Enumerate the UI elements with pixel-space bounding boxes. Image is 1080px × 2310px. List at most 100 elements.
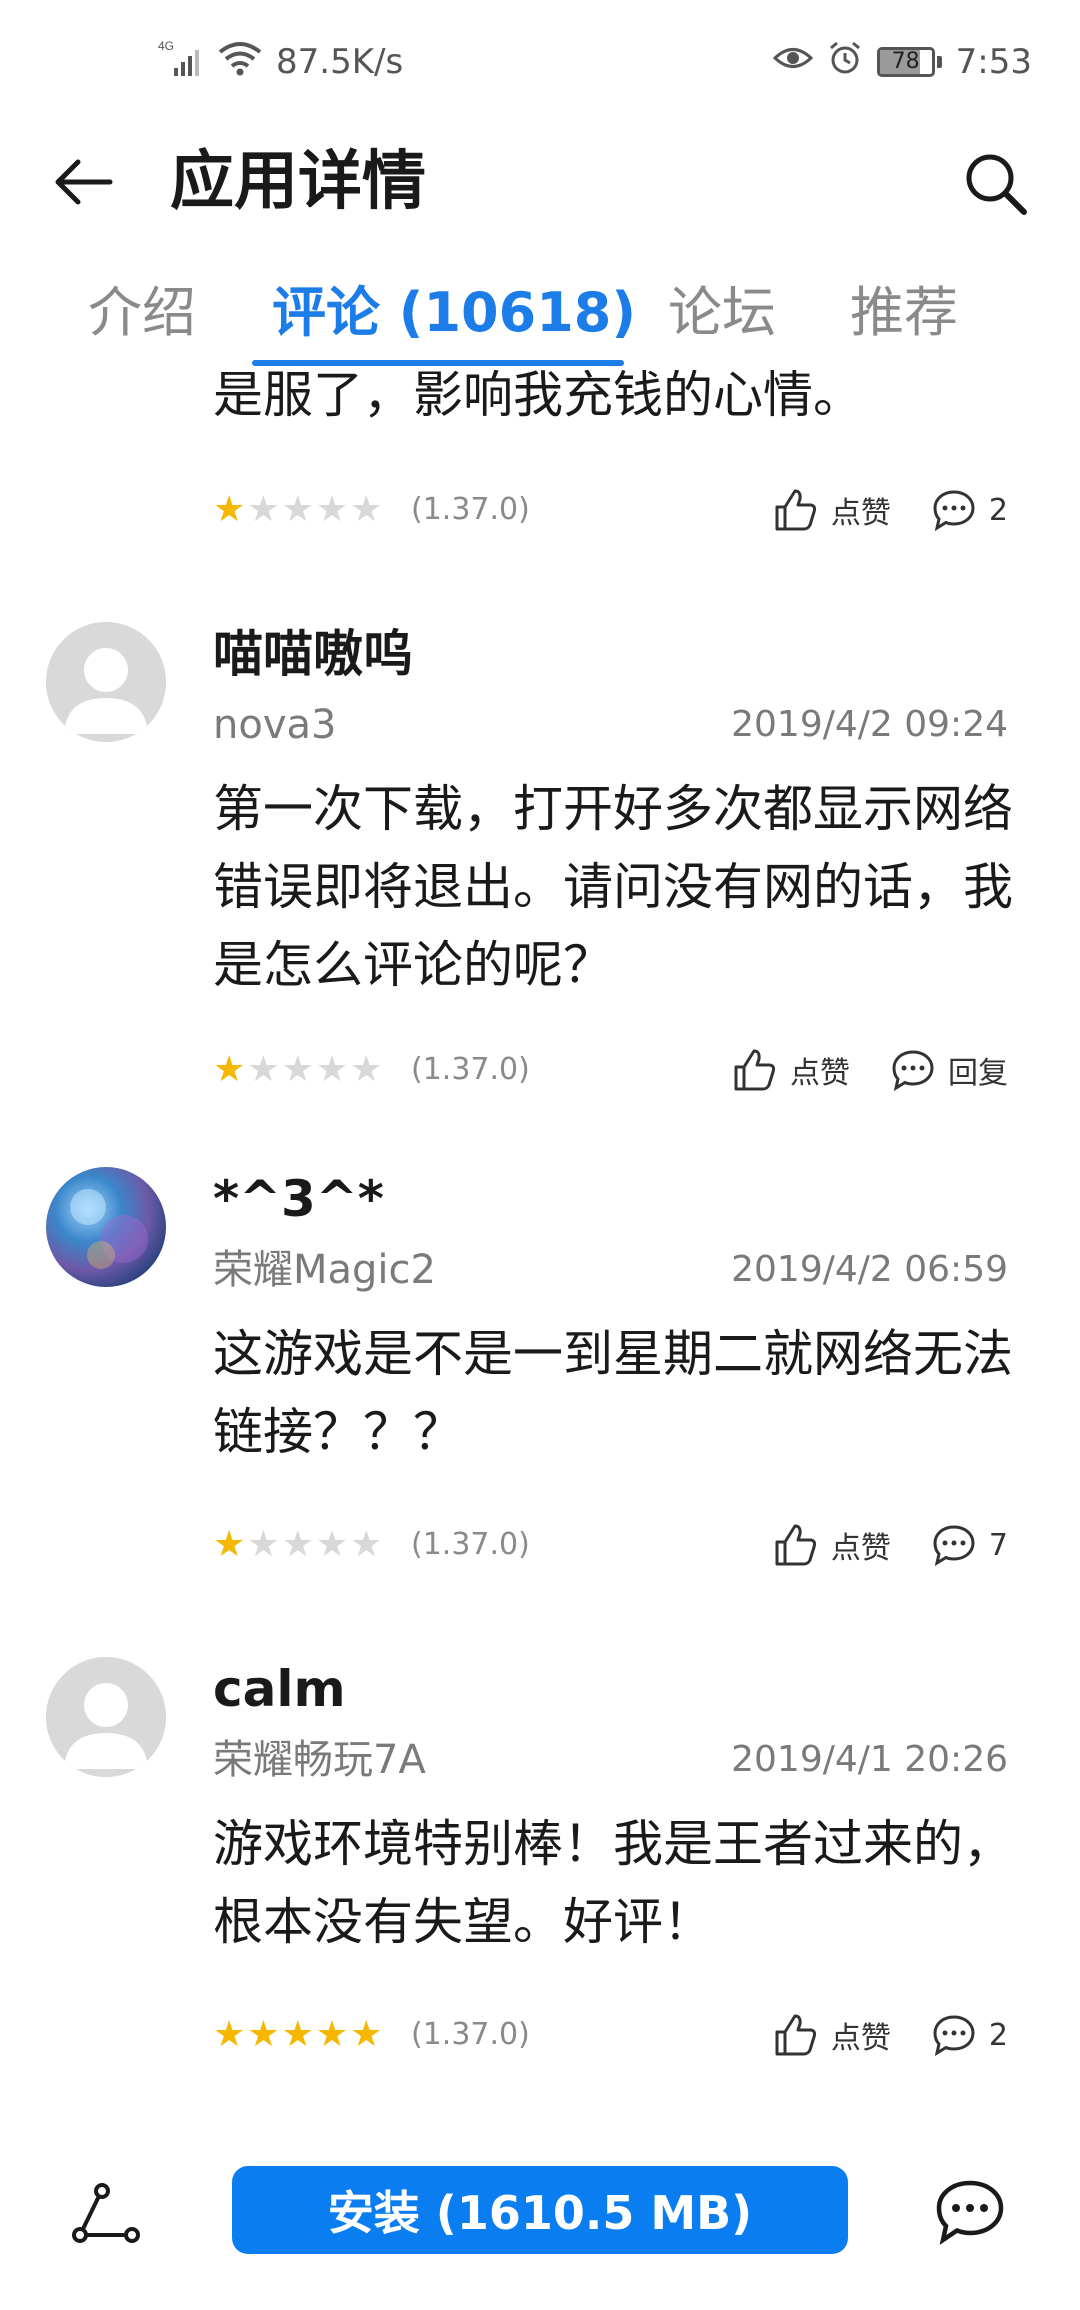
tab-forum[interactable]: 论坛 — [668, 278, 776, 348]
page-title: 应用详情 — [170, 145, 426, 219]
star-rating: ★ ★ ★ ★ ★ — [213, 485, 382, 535]
tab-bar: 介绍 评论 (10618) 论坛 推荐 — [0, 260, 1080, 370]
star-empty-icon: ★ — [315, 1049, 349, 1090]
review-actions: 点赞 7 — [773, 1514, 1008, 1576]
review-meta: ★ ★ ★ ★ ★ (1.37.0) 点赞 7 — [213, 1520, 1008, 1570]
app-version: (1.37.0) — [411, 2017, 530, 2052]
comment-button[interactable]: 2 — [931, 487, 1008, 533]
like-label: 点赞 — [790, 1056, 850, 1091]
tab-intro[interactable]: 介绍 — [88, 278, 196, 348]
review-meta: ★ ★ ★ ★ ★ (1.37.0) 点赞 回复 — [213, 1045, 1008, 1095]
reply-button[interactable]: 回复 — [890, 1047, 1008, 1093]
bottom-action-bar: 安装 (1610.5 MB) — [0, 2120, 1080, 2310]
tab-recommend[interactable]: 推荐 — [850, 278, 958, 348]
review-list[interactable]: 是服了，影响我充钱的心情。 ★ ★ ★ ★ ★ (1.37.0) 点赞 2 喵喵… — [0, 370, 1080, 2120]
avatar[interactable] — [46, 1167, 166, 1287]
star-filled-icon: ★ — [213, 489, 246, 530]
review-date: 2019/4/2 06:59 — [731, 1249, 1008, 1290]
review-item: 喵喵嗷呜 nova3 2019/4/2 09:24 第一次下载，打开好多次都显示… — [0, 570, 1080, 1125]
review-meta: ★ ★ ★ ★ ★ (1.37.0) 点赞 2 — [213, 485, 1008, 535]
username[interactable]: *^3^* — [213, 1167, 384, 1231]
share-button[interactable] — [62, 2168, 152, 2258]
network-speed: 87.5K/s — [276, 42, 404, 82]
star-rating: ★ ★ ★ ★ ★ — [213, 1045, 382, 1095]
review-text: 是服了，影响我充钱的心情。 — [213, 370, 863, 424]
review-actions: 点赞 2 — [773, 2004, 1008, 2066]
review-date: 2019/4/1 20:26 — [731, 1739, 1008, 1780]
comment-icon — [933, 1525, 975, 1567]
signal-icon: 4G — [158, 38, 204, 87]
review-item: *^3^* 荣耀Magic2 2019/4/2 06:59 这游戏是不是一到星期… — [0, 1125, 1080, 1615]
comment-icon — [933, 2015, 975, 2057]
comment-button[interactable]: 2 — [931, 2012, 1008, 2058]
avatar[interactable] — [46, 622, 166, 742]
comment-icon — [933, 490, 975, 532]
chat-button[interactable] — [920, 2162, 1020, 2262]
tab-indicator — [252, 360, 624, 366]
default-avatar-icon — [46, 1657, 166, 1777]
star-empty-icon: ★ — [350, 1524, 383, 1565]
like-button[interactable]: 点赞 — [773, 487, 891, 533]
review-text: 这游戏是不是一到星期二就网络无法链接？？？ — [213, 1325, 1013, 1461]
star-empty-icon: ★ — [247, 1049, 280, 1090]
star-empty-icon: ★ — [350, 1049, 383, 1090]
like-button[interactable]: 点赞 — [773, 1522, 891, 1568]
share-icon — [72, 2183, 140, 2243]
status-right: 78 7:53 — [772, 40, 1032, 84]
photo-avatar-icon — [70, 1189, 148, 1269]
device-model: nova3 — [213, 702, 337, 748]
star-filled-icon: ★ — [213, 2014, 246, 2055]
review-text: 游戏环境特别棒！我是王者过来的，根本没有失望。好评！ — [213, 1815, 1013, 1951]
star-empty-icon: ★ — [247, 489, 280, 530]
comment-count: 2 — [988, 2017, 1008, 2053]
comment-button[interactable]: 7 — [931, 1522, 1008, 1568]
star-filled-icon: ★ — [315, 2014, 349, 2055]
top-app-bar: 应用详情 — [0, 120, 1080, 240]
default-avatar-icon — [46, 622, 166, 742]
username[interactable]: 喵喵嗷呜 — [213, 622, 413, 686]
comment-count: 7 — [988, 1527, 1008, 1563]
star-filled-icon: ★ — [247, 2014, 280, 2055]
tab-reviews[interactable]: 评论 (10618) — [272, 278, 636, 348]
like-label: 点赞 — [830, 2021, 891, 2056]
review-actions: 点赞 回复 — [732, 1039, 1008, 1101]
svg-text:4G: 4G — [158, 39, 174, 53]
star-rating: ★ ★ ★ ★ ★ — [213, 2010, 382, 2060]
comment-count: 2 — [988, 492, 1008, 528]
search-icon — [966, 154, 1027, 215]
review-meta: ★ ★ ★ ★ ★ (1.37.0) 点赞 2 — [213, 2010, 1008, 2060]
star-empty-icon: ★ — [350, 489, 383, 530]
star-empty-icon: ★ — [315, 489, 349, 530]
status-bar: 4G 87.5K/s 78 7:53 — [0, 0, 1080, 120]
arrow-left-icon — [55, 159, 113, 205]
username[interactable]: calm — [213, 1657, 346, 1721]
like-button[interactable]: 点赞 — [732, 1047, 850, 1093]
clock: 7:53 — [955, 42, 1032, 82]
like-label: 点赞 — [830, 496, 891, 531]
review-item: 是服了，影响我充钱的心情。 ★ ★ ★ ★ ★ (1.37.0) 点赞 2 — [0, 370, 1080, 570]
thumbs-up-icon — [775, 1524, 816, 1566]
app-version: (1.37.0) — [411, 1052, 530, 1087]
search-button[interactable] — [950, 138, 1040, 228]
app-details-screen: 4G 87.5K/s 78 7:53 应用详情 介绍 评论 (10618) 论坛… — [0, 0, 1080, 2310]
star-filled-icon: ★ — [281, 2014, 314, 2055]
battery-icon: 78 — [876, 47, 942, 77]
star-empty-icon: ★ — [247, 1524, 280, 1565]
review-date: 2019/4/2 09:24 — [731, 704, 1008, 745]
eye-icon — [772, 42, 813, 82]
install-button[interactable]: 安装 (1610.5 MB) — [232, 2166, 848, 2254]
star-filled-icon: ★ — [350, 2014, 383, 2055]
star-empty-icon: ★ — [315, 1524, 349, 1565]
back-button[interactable] — [44, 142, 124, 222]
star-rating: ★ ★ ★ ★ ★ — [213, 1520, 382, 1570]
like-button[interactable]: 点赞 — [773, 2012, 891, 2058]
thumbs-up-icon — [775, 489, 816, 531]
star-filled-icon: ★ — [213, 1049, 246, 1090]
thumbs-up-icon — [775, 2014, 816, 2056]
star-filled-icon: ★ — [213, 1524, 246, 1565]
review-item: calm 荣耀畅玩7A 2019/4/1 20:26 游戏环境特别棒！我是王者过… — [0, 1615, 1080, 2120]
review-actions: 点赞 2 — [773, 479, 1008, 541]
avatar[interactable] — [46, 1657, 166, 1777]
battery-level: 78 — [891, 49, 920, 74]
comment-icon — [892, 1050, 934, 1092]
